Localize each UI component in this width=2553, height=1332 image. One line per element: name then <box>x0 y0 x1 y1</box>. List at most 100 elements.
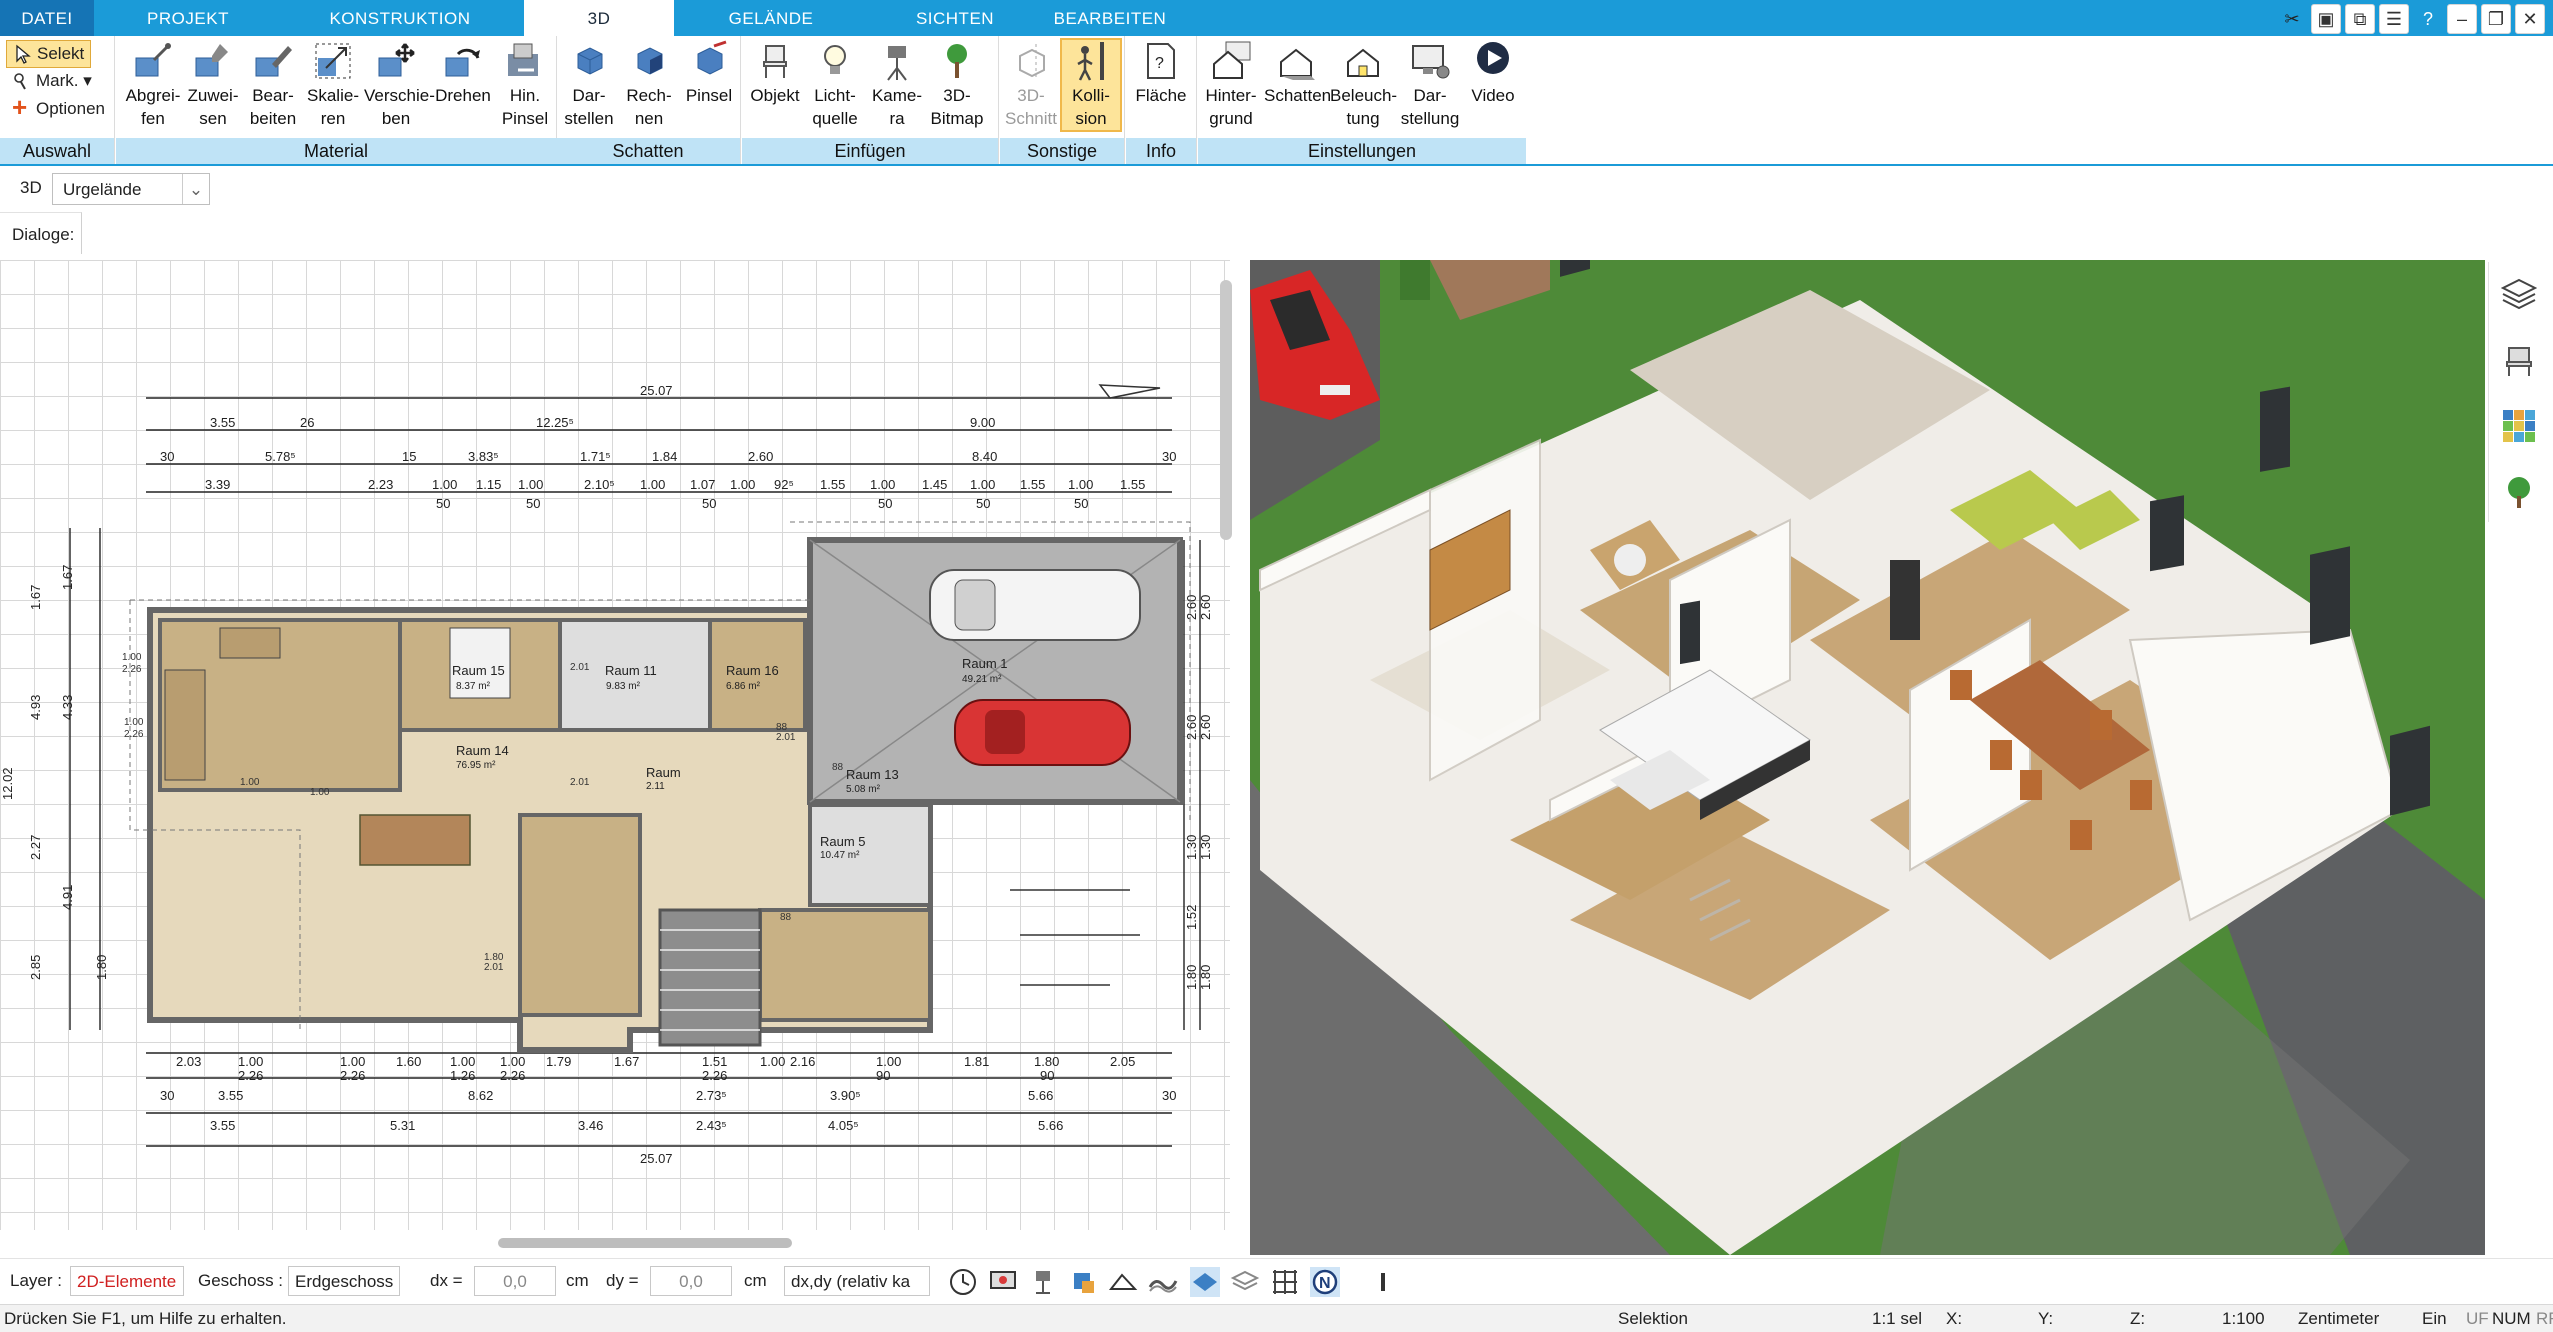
schatten-pinsel-button[interactable]: Pinsel <box>680 40 738 107</box>
verschieben-button[interactable]: Verschie-ben <box>364 40 435 130</box>
kamera-button[interactable]: Kame-ra <box>868 40 926 130</box>
window-list-icon[interactable]: ☰ <box>2379 4 2409 34</box>
tools-icon[interactable]: ✂ <box>2277 4 2307 34</box>
dy-unit: cm <box>744 1271 767 1290</box>
plus-icon: + <box>12 92 28 122</box>
terrain-icon[interactable] <box>1148 1267 1178 1297</box>
beleuchtung-button[interactable]: Beleuch-tung <box>1330 40 1397 130</box>
status-rf: RF <box>2536 1309 2553 1328</box>
flaeche-button[interactable]: ? Fläche <box>1132 40 1190 107</box>
schatten-rechnen-button[interactable]: Rech-nen <box>620 40 678 130</box>
dim-bot-sub-4: 2.26 <box>702 1068 727 1083</box>
hin-pinsel-button[interactable]: Hin. Pinsel <box>496 40 554 130</box>
3d-schnitt-button[interactable]: 3D- Schnitt <box>1002 40 1060 130</box>
plan-vertical-scrollbar[interactable] <box>1220 280 1232 540</box>
tab-konstruktion[interactable]: KONSTRUKTION <box>310 0 490 36</box>
bearbeiten-button[interactable]: Bear-beiten <box>244 40 302 130</box>
room-area-11: 9.83 m² <box>606 681 641 692</box>
dim-top-1-1: 26 <box>300 415 314 430</box>
selekt-button[interactable]: Selekt <box>6 40 92 68</box>
schatten-settings-button[interactable]: Schatten <box>1264 40 1332 107</box>
status-bar: Drücken Sie F1, um Hilfe zu erhalten. Se… <box>0 1304 2553 1332</box>
small-label-1: 2.26 <box>122 664 142 675</box>
grid-icon[interactable] <box>1270 1267 1300 1297</box>
dim-bot-3-0: 3.55 <box>210 1118 235 1133</box>
zuweisen-button[interactable]: Zuwei-sen <box>184 40 242 130</box>
paint-assign-icon <box>195 44 228 77</box>
dim-bot-2-0: 30 <box>160 1088 174 1103</box>
geschoss-select[interactable]: Erdgeschoss <box>288 1266 400 1296</box>
dim-right-1: 2.60 <box>1198 595 1213 620</box>
clock-icon[interactable] <box>948 1267 978 1297</box>
optionen-button[interactable]: + Optionen <box>6 92 111 122</box>
small-label-11: 2.01 <box>484 962 504 973</box>
dy-input[interactable]: 0,0 <box>650 1266 732 1296</box>
more-options-icon[interactable] <box>1368 1267 1398 1297</box>
help-icon[interactable]: ? <box>2413 4 2443 34</box>
lichtquelle-button[interactable]: Licht-quelle ▾ <box>806 40 864 153</box>
dx-input[interactable]: 0,0 <box>474 1266 556 1296</box>
hintergrund-button[interactable]: Hinter-grund <box>1200 40 1262 130</box>
dim-top-1-3: 9.00 <box>970 415 995 430</box>
camera-path-icon[interactable] <box>1028 1267 1058 1297</box>
materials-icon[interactable] <box>2501 408 2537 444</box>
bearbeiten-label-1: Bear- <box>252 86 294 105</box>
window-cascade-icon[interactable]: ⧉ <box>2345 4 2375 34</box>
rotate-icon <box>445 48 480 77</box>
coordinate-mode-select[interactable]: dx,dy (relativ ka <box>784 1266 930 1296</box>
tab-projekt[interactable]: PROJEKT <box>120 0 256 36</box>
dim-bot-2-3: 2.73⁵ <box>696 1088 727 1103</box>
3d-bitmap-button[interactable]: 3D- Bitmap <box>928 40 986 130</box>
dim-bot-2-6: 30 <box>1162 1088 1176 1103</box>
dim-bot-sub-6: 90 <box>1040 1068 1054 1083</box>
monitor-icon[interactable] <box>988 1267 1018 1297</box>
status-uf: UF <box>2466 1309 2489 1328</box>
mark-button[interactable]: Mark. ▾ <box>6 68 98 94</box>
dy-input-value: 0,0 <box>679 1272 703 1291</box>
plan-horizontal-scrollbar[interactable] <box>498 1238 792 1248</box>
layer-select[interactable]: 2D-Elemente <box>70 1266 184 1296</box>
ribbon-group-info: ? Fläche Info <box>1126 36 1197 164</box>
dim-top-2-3: 3.83⁵ <box>468 449 499 464</box>
tab-sichten[interactable]: SICHTEN <box>900 0 1010 36</box>
dim-bot-sub-3: 2.26 <box>500 1068 525 1083</box>
dining-table <box>359 814 471 866</box>
plants-icon[interactable] <box>2501 474 2537 510</box>
north-arrow-icon <box>1098 384 1161 399</box>
tab-3d[interactable]: 3D <box>524 0 674 36</box>
terrain-select[interactable]: Urgelände ⌄ <box>52 173 210 205</box>
kollision-button[interactable]: Kolli-sion <box>1060 38 1122 132</box>
abgreifen-button[interactable]: Abgrei-fen <box>124 40 182 130</box>
floor-plan-view[interactable]: 25.07 3.55 26 12.25⁵ 9.00 30 5.78⁵ 15 3.… <box>0 260 1230 1230</box>
3d-view[interactable] <box>1250 260 2485 1255</box>
window-tile-icon[interactable]: ▣ <box>2311 4 2341 34</box>
dim-bot-1-2: 1.00 <box>340 1054 365 1069</box>
close-button[interactable]: ✕ <box>2515 4 2545 34</box>
tab-gelaende[interactable]: GELÄNDE <box>710 0 832 36</box>
snap-n-icon[interactable]: N <box>1310 1267 1340 1297</box>
tab-bearbeiten[interactable]: BEARBEITEN <box>1050 0 1170 36</box>
skalieren-button[interactable]: Skalie-ren <box>304 40 362 130</box>
darstellung-button[interactable]: Dar-stellung <box>1398 40 1462 130</box>
3d-side-panel <box>2488 262 2549 522</box>
paint-bucket-icon[interactable] <box>1068 1267 1098 1297</box>
video-button[interactable]: Video <box>1464 40 1522 107</box>
layer-stack-icon[interactable] <box>1230 1267 1260 1297</box>
bearbeiten-label-2: beiten <box>249 109 297 128</box>
drehen-button[interactable]: Drehen <box>432 40 494 107</box>
schatten-darstellen-button[interactable]: Dar-stellen <box>560 40 618 130</box>
minimize-button[interactable]: – <box>2447 4 2477 34</box>
objekt-button[interactable]: Objekt <box>746 40 804 107</box>
house-light-icon <box>1347 48 1379 77</box>
background-house-icon <box>1213 41 1251 79</box>
dim-bot-2-2: 8.62 <box>468 1088 493 1103</box>
tab-datei[interactable]: DATEI <box>0 0 94 36</box>
furniture-icon[interactable] <box>2501 342 2537 378</box>
room-label-utility: Raum <box>646 765 681 780</box>
schatten-settings-label: Schatten <box>1264 86 1332 105</box>
plane-view-icon[interactable] <box>1190 1267 1220 1297</box>
bottom-toolbar: Layer : 2D-Elemente Geschoss : Erdgescho… <box>0 1258 2553 1305</box>
layers-icon[interactable] <box>2501 276 2537 312</box>
surface-edit-icon[interactable] <box>1108 1267 1138 1297</box>
restore-button[interactable]: ❐ <box>2481 4 2511 34</box>
